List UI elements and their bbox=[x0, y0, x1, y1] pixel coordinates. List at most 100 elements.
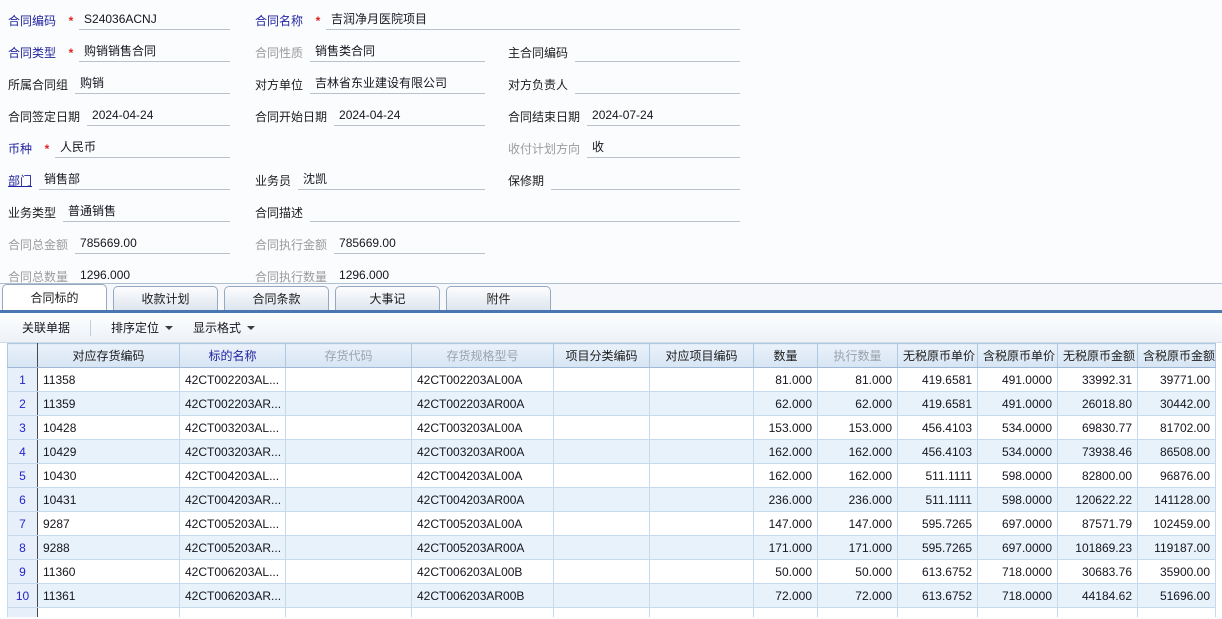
grid-cell[interactable]: 10430 bbox=[38, 464, 180, 488]
row-number-cell[interactable]: 10 bbox=[8, 584, 38, 608]
grid-cell[interactable]: 236.000 bbox=[754, 488, 818, 512]
grid-cell[interactable]: 81702.00 bbox=[1138, 416, 1216, 440]
grid-cell[interactable]: 147.000 bbox=[818, 512, 898, 536]
row-number-cell[interactable]: 7 bbox=[8, 512, 38, 536]
grid-cell[interactable]: 10431 bbox=[38, 488, 180, 512]
contract-code-value[interactable]: S24036ACNJ bbox=[79, 11, 230, 30]
grid-cell[interactable] bbox=[554, 464, 650, 488]
grid-cell[interactable]: 42CT006203AR... bbox=[180, 584, 286, 608]
grid-cell[interactable] bbox=[286, 560, 412, 584]
grid-cell[interactable]: 33992.31 bbox=[1058, 368, 1138, 392]
display-format-button[interactable]: 显示格式 bbox=[183, 316, 265, 339]
tab-contract-lines[interactable]: 合同标的 bbox=[2, 284, 107, 310]
grid-cell[interactable] bbox=[286, 608, 412, 618]
grid-cell[interactable]: 42CT006203AR00B bbox=[412, 584, 554, 608]
grid-cell[interactable] bbox=[554, 488, 650, 512]
grid-cell[interactable]: 11360 bbox=[38, 560, 180, 584]
grid-cell[interactable]: 162.000 bbox=[818, 464, 898, 488]
warranty-period-value[interactable] bbox=[551, 172, 740, 190]
grid-cell[interactable]: 62.000 bbox=[754, 392, 818, 416]
grid-cell[interactable]: 534.0000 bbox=[978, 440, 1058, 464]
col-header-price-excl-tax[interactable]: 无税原币单价 bbox=[898, 344, 978, 368]
grid-cell[interactable] bbox=[554, 536, 650, 560]
grid-cell[interactable] bbox=[650, 416, 754, 440]
grid-cell[interactable]: 153.000 bbox=[818, 416, 898, 440]
grid-cell[interactable]: 598.0000 bbox=[978, 488, 1058, 512]
grid-cell[interactable] bbox=[650, 440, 754, 464]
grid-cell[interactable] bbox=[286, 392, 412, 416]
grid-cell[interactable]: 39771.00 bbox=[1138, 368, 1216, 392]
grid-cell[interactable] bbox=[286, 584, 412, 608]
grid-cell[interactable] bbox=[554, 392, 650, 416]
sort-locate-button[interactable]: 排序定位 bbox=[101, 316, 183, 339]
business-type-value[interactable]: 普通销售 bbox=[63, 203, 230, 222]
col-header-price-incl-tax[interactable]: 含税原币单价 bbox=[978, 344, 1058, 368]
grid-cell[interactable] bbox=[286, 464, 412, 488]
grid-cell[interactable]: 120622.22 bbox=[1058, 488, 1138, 512]
grid-cell[interactable]: 42CT002203AR... bbox=[180, 392, 286, 416]
grid-cell[interactable]: 153.000 bbox=[754, 416, 818, 440]
grid-cell[interactable]: 42CT003203AL... bbox=[180, 416, 286, 440]
tab-receipt-plan[interactable]: 收款计划 bbox=[113, 286, 218, 310]
start-date-value[interactable]: 2024-04-24 bbox=[334, 107, 485, 126]
grid-cell[interactable] bbox=[754, 608, 818, 618]
grid-cell[interactable]: 42CT006203AL00B bbox=[412, 560, 554, 584]
grid-cell[interactable]: 9287 bbox=[38, 512, 180, 536]
grid-cell[interactable] bbox=[1058, 608, 1138, 618]
row-number-cell[interactable]: 5 bbox=[8, 464, 38, 488]
grid-cell[interactable] bbox=[554, 368, 650, 392]
grid-cell[interactable] bbox=[554, 560, 650, 584]
grid-cell[interactable] bbox=[286, 416, 412, 440]
grid-cell[interactable]: 50.000 bbox=[818, 560, 898, 584]
grid-cell[interactable]: 35900.00 bbox=[1138, 560, 1216, 584]
grid-cell[interactable]: 613.6752 bbox=[898, 584, 978, 608]
grid-cell[interactable]: 72.000 bbox=[818, 584, 898, 608]
contract-description-value[interactable] bbox=[310, 204, 740, 222]
grid-cell[interactable]: 162.000 bbox=[754, 440, 818, 464]
tab-attachments[interactable]: 附件 bbox=[446, 286, 551, 310]
grid-cell[interactable] bbox=[650, 536, 754, 560]
grid-cell[interactable]: 456.4103 bbox=[898, 416, 978, 440]
grid-cell[interactable]: 42CT004203AR... bbox=[180, 488, 286, 512]
grid-cell[interactable] bbox=[650, 608, 754, 618]
grid-cell[interactable]: 171.000 bbox=[818, 536, 898, 560]
end-date-value[interactable]: 2024-07-24 bbox=[587, 107, 740, 126]
grid-cell[interactable]: 42CT002203AR00A bbox=[412, 392, 554, 416]
grid-cell[interactable] bbox=[650, 584, 754, 608]
grid-cell[interactable] bbox=[286, 440, 412, 464]
row-number-cell[interactable]: 3 bbox=[8, 416, 38, 440]
grid-cell[interactable] bbox=[286, 536, 412, 560]
grid-cell[interactable] bbox=[38, 608, 180, 618]
contract-group-value[interactable]: 购销 bbox=[75, 75, 230, 94]
row-number-cell[interactable]: 1 bbox=[8, 368, 38, 392]
col-header-spec-model[interactable]: 存货规格型号 bbox=[412, 344, 554, 368]
grid-cell[interactable]: 42CT004203AR00A bbox=[412, 488, 554, 512]
grid-cell[interactable] bbox=[650, 512, 754, 536]
grid-cell[interactable] bbox=[898, 608, 978, 618]
grid-cell[interactable]: 81.000 bbox=[818, 368, 898, 392]
col-header-project-class-code[interactable]: 项目分类编码 bbox=[554, 344, 650, 368]
grid-cell[interactable]: 613.6752 bbox=[898, 560, 978, 584]
grid-cell[interactable] bbox=[978, 608, 1058, 618]
grid-cell[interactable]: 42CT003203AL00A bbox=[412, 416, 554, 440]
grid-cell[interactable]: 87571.79 bbox=[1058, 512, 1138, 536]
grid-cell[interactable] bbox=[554, 608, 650, 618]
grid-cell[interactable]: 11361 bbox=[38, 584, 180, 608]
grid-cell[interactable]: 119187.00 bbox=[1138, 536, 1216, 560]
grid-cell[interactable]: 44184.62 bbox=[1058, 584, 1138, 608]
tab-milestones[interactable]: 大事记 bbox=[335, 286, 440, 310]
grid-cell[interactable]: 42CT002203AL... bbox=[180, 368, 286, 392]
col-header-stock-code[interactable]: 存货代码 bbox=[286, 344, 412, 368]
grid-cell[interactable] bbox=[1138, 608, 1216, 618]
grid-cell[interactable]: 9288 bbox=[38, 536, 180, 560]
grid-cell[interactable]: 595.7265 bbox=[898, 512, 978, 536]
grid-cell[interactable]: 697.0000 bbox=[978, 536, 1058, 560]
counterpart-person-value[interactable] bbox=[575, 76, 740, 94]
grid-cell[interactable]: 162.000 bbox=[754, 464, 818, 488]
grid-cell[interactable]: 162.000 bbox=[818, 440, 898, 464]
row-number-cell[interactable]: 8 bbox=[8, 536, 38, 560]
grid-cell[interactable] bbox=[286, 512, 412, 536]
grid-cell[interactable] bbox=[650, 560, 754, 584]
grid-cell[interactable]: 42CT005203AR... bbox=[180, 536, 286, 560]
tab-contract-terms[interactable]: 合同条款 bbox=[224, 286, 329, 310]
